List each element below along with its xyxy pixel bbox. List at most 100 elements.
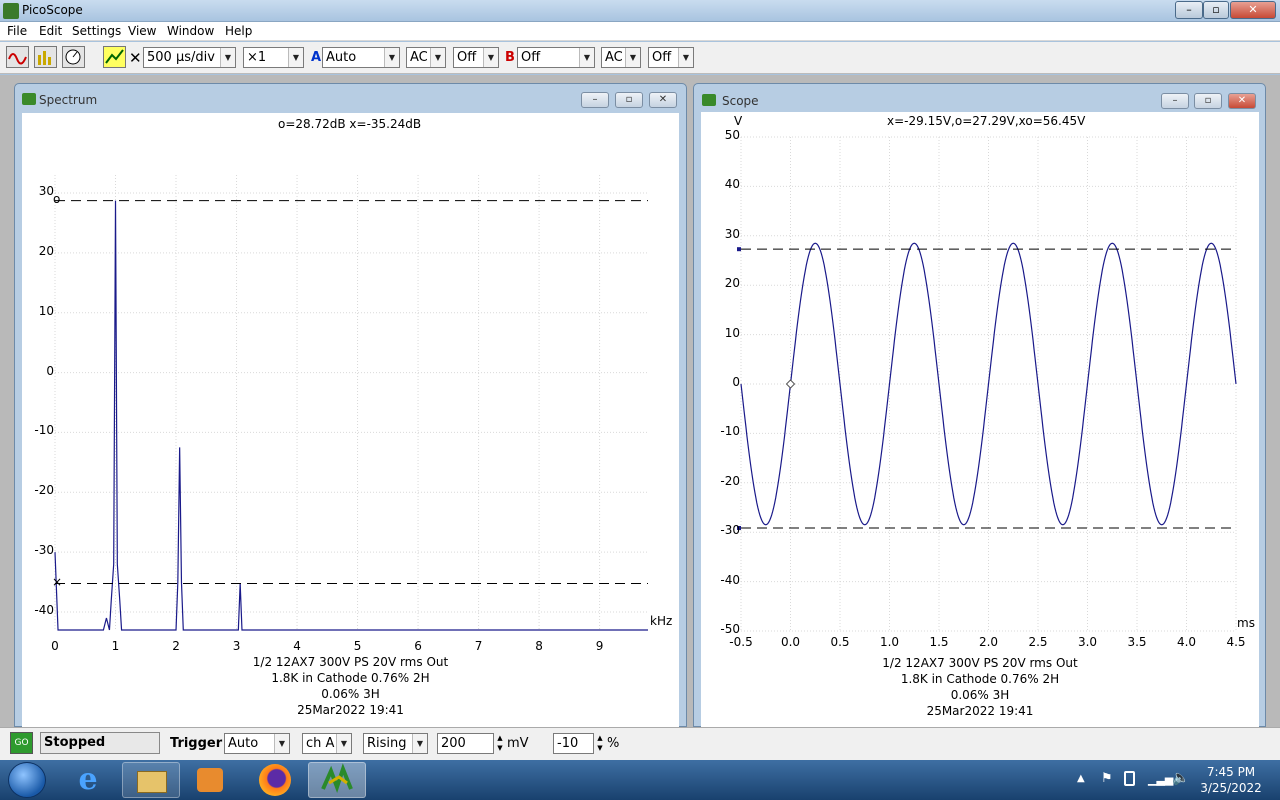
- spectrum-window-icon: [22, 93, 36, 105]
- meter-mode-icon[interactable]: [62, 46, 85, 68]
- menu-edit[interactable]: Edit: [39, 24, 62, 38]
- menu-help[interactable]: Help: [225, 24, 252, 38]
- channel-b-extra-value: Off: [652, 50, 672, 65]
- scope-window[interactable]: Scope – ▫ ✕ V x=-29.15V,o=27.29V,xo=56.4…: [693, 83, 1266, 727]
- autosetup-icon[interactable]: [103, 46, 126, 68]
- picoscope-taskbar-icon[interactable]: [308, 762, 366, 798]
- channel-b-coupling-select[interactable]: AC ▼: [601, 47, 641, 68]
- pretrigger-stepper[interactable]: ▲ ▼: [594, 733, 606, 754]
- show-hidden-icons-icon[interactable]: ▲: [1077, 773, 1085, 784]
- chevron-down-icon: ▼: [483, 48, 498, 67]
- spectrum-x-tick: 8: [535, 639, 543, 653]
- scope-x-tick: 1.0: [879, 635, 900, 649]
- scope-plot-area[interactable]: V x=-29.15V,o=27.29V,xo=56.45V -0.5 0.0 0.…: [701, 112, 1259, 727]
- spectrum-cursor-o-marker: o: [53, 191, 61, 206]
- multiplier-select[interactable]: ×1 ▼: [243, 47, 304, 68]
- pretrigger-value: -10: [557, 736, 579, 751]
- channel-a-extra-select[interactable]: Off ▼: [453, 47, 499, 68]
- channel-a-coupling-select[interactable]: AC ▼: [406, 47, 446, 68]
- spectrum-x-tick: 3: [232, 639, 241, 653]
- channel-b-range-select[interactable]: Off ▼: [517, 47, 595, 68]
- spectrum-mode-icon[interactable]: [34, 46, 57, 68]
- scope-window-title: Scope: [722, 94, 759, 108]
- scope-caption-line-2: 1.8K in Cathode 0.76% 2H: [900, 672, 1060, 686]
- spectrum-close-button[interactable]: ✕: [649, 92, 677, 108]
- menu-view[interactable]: View: [128, 24, 156, 38]
- scope-restore-button[interactable]: ▫: [1194, 93, 1222, 109]
- spectrum-y-tick: -40: [34, 603, 54, 618]
- device-icon[interactable]: [1124, 771, 1135, 786]
- spectrum-minimize-button[interactable]: –: [581, 92, 609, 108]
- scope-minimize-button[interactable]: –: [1161, 93, 1189, 109]
- system-clock[interactable]: 7:45 PM 3/25/2022: [1196, 764, 1266, 796]
- spectrum-y-tick: 0: [46, 363, 54, 378]
- clock-time: 7:45 PM: [1206, 765, 1256, 779]
- scope-mode-icon[interactable]: [6, 46, 29, 68]
- pretrigger-input[interactable]: -10: [553, 733, 594, 754]
- spectrum-cursor-x-marker: ×: [52, 574, 63, 589]
- scope-close-button[interactable]: ✕: [1228, 93, 1256, 109]
- trigger-edge-select[interactable]: Rising ▼: [363, 733, 428, 754]
- trigger-level-input[interactable]: 200: [437, 733, 494, 754]
- trigger-mode-value: Auto: [228, 736, 259, 751]
- trigger-channel-select[interactable]: ch A ▼: [302, 733, 352, 754]
- channel-a-range-select[interactable]: Auto ▼: [322, 47, 400, 68]
- go-button[interactable]: GO: [10, 732, 33, 754]
- channel-a-range-value: Auto: [326, 50, 357, 65]
- menu-settings[interactable]: Settings: [72, 24, 121, 38]
- file-explorer-icon[interactable]: [122, 762, 180, 798]
- scope-x-unit: ms: [1237, 616, 1255, 630]
- spectrum-trace: [54, 200, 648, 631]
- spectrum-window[interactable]: Spectrum – ▫ ✕ o=28.72dB x=-35.24dB 0123…: [14, 83, 687, 727]
- maximize-button[interactable]: ▫: [1203, 1, 1229, 19]
- scope-x-tick: 0.5: [830, 635, 850, 649]
- spectrum-caption-line-4: 25Mar2022 19:41: [297, 703, 404, 717]
- trigger-mode-select[interactable]: Auto ▼: [224, 733, 290, 754]
- close-button[interactable]: ✕: [1230, 1, 1276, 19]
- close-icon[interactable]: ✕: [129, 49, 142, 67]
- spectrum-chart: [54, 175, 648, 631]
- windows-taskbar: [0, 760, 1280, 800]
- scope-caption-line-1: 1/2 12AX7 300V PS 20V rms Out: [882, 656, 1078, 670]
- picoscope-logo-icon: [3, 3, 19, 19]
- scope-window-icon: [702, 94, 716, 106]
- spectrum-caption-line-2: 1.8K in Cathode 0.76% 2H: [271, 671, 430, 685]
- network-signal-icon[interactable]: ▁▃▅: [1148, 773, 1173, 786]
- spectrum-x-tick: 1: [111, 639, 120, 653]
- scope-caption-line-3: 0.06% 3H: [950, 688, 1010, 702]
- spectrum-plot-area[interactable]: o=28.72dB x=-35.24dB 0 1 2 3 4 5 6 7 8 9 30 20 10 0 -1…: [22, 113, 679, 727]
- action-center-flag-icon[interactable]: ⚑: [1101, 771, 1113, 786]
- firefox-icon[interactable]: [259, 764, 291, 796]
- scope-x-tick: -0.5: [729, 635, 753, 649]
- trigger-label: Trigger: [170, 736, 223, 751]
- menu-file[interactable]: File: [7, 24, 27, 38]
- spectrum-x-tick: 5: [353, 639, 362, 653]
- go-button-label: GO: [14, 738, 29, 748]
- trigger-level-value: 200: [441, 736, 466, 751]
- scope-y-tick: 40: [724, 177, 740, 192]
- channel-a-coupling-value: AC: [410, 50, 428, 65]
- scope-cursor-handle: [737, 247, 741, 252]
- multiplier-value: ×1: [247, 50, 267, 65]
- scope-x-tick: 0.0: [780, 635, 801, 649]
- minimize-button[interactable]: –: [1175, 1, 1203, 19]
- spectrum-y-tick: -30: [34, 543, 54, 558]
- scope-y-tick: 10: [724, 325, 740, 340]
- chevron-down-icon: ▼: [288, 48, 303, 67]
- volume-icon[interactable]: 🔈: [1172, 770, 1189, 786]
- scope-x-tick: 4.0: [1176, 635, 1197, 649]
- chevron-down-icon: ▼: [274, 734, 289, 753]
- chevron-down-icon: ▼: [412, 734, 427, 753]
- timebase-select[interactable]: 500 µs/div ▼: [143, 47, 236, 68]
- media-player-icon[interactable]: [197, 768, 223, 792]
- trigger-level-stepper[interactable]: ▲ ▼: [494, 733, 506, 754]
- spectrum-restore-button[interactable]: ▫: [615, 92, 643, 108]
- channel-a-extra-value: Off: [457, 50, 477, 65]
- channel-b-extra-select[interactable]: Off ▼: [648, 47, 694, 68]
- channel-b-label: B: [505, 50, 515, 65]
- scope-y-tick: -50: [720, 622, 740, 636]
- start-button-icon[interactable]: [8, 762, 46, 798]
- menu-window[interactable]: Window: [167, 24, 214, 38]
- internet-explorer-icon[interactable]: e: [70, 765, 106, 797]
- trigger-level-unit: mV: [507, 736, 529, 751]
